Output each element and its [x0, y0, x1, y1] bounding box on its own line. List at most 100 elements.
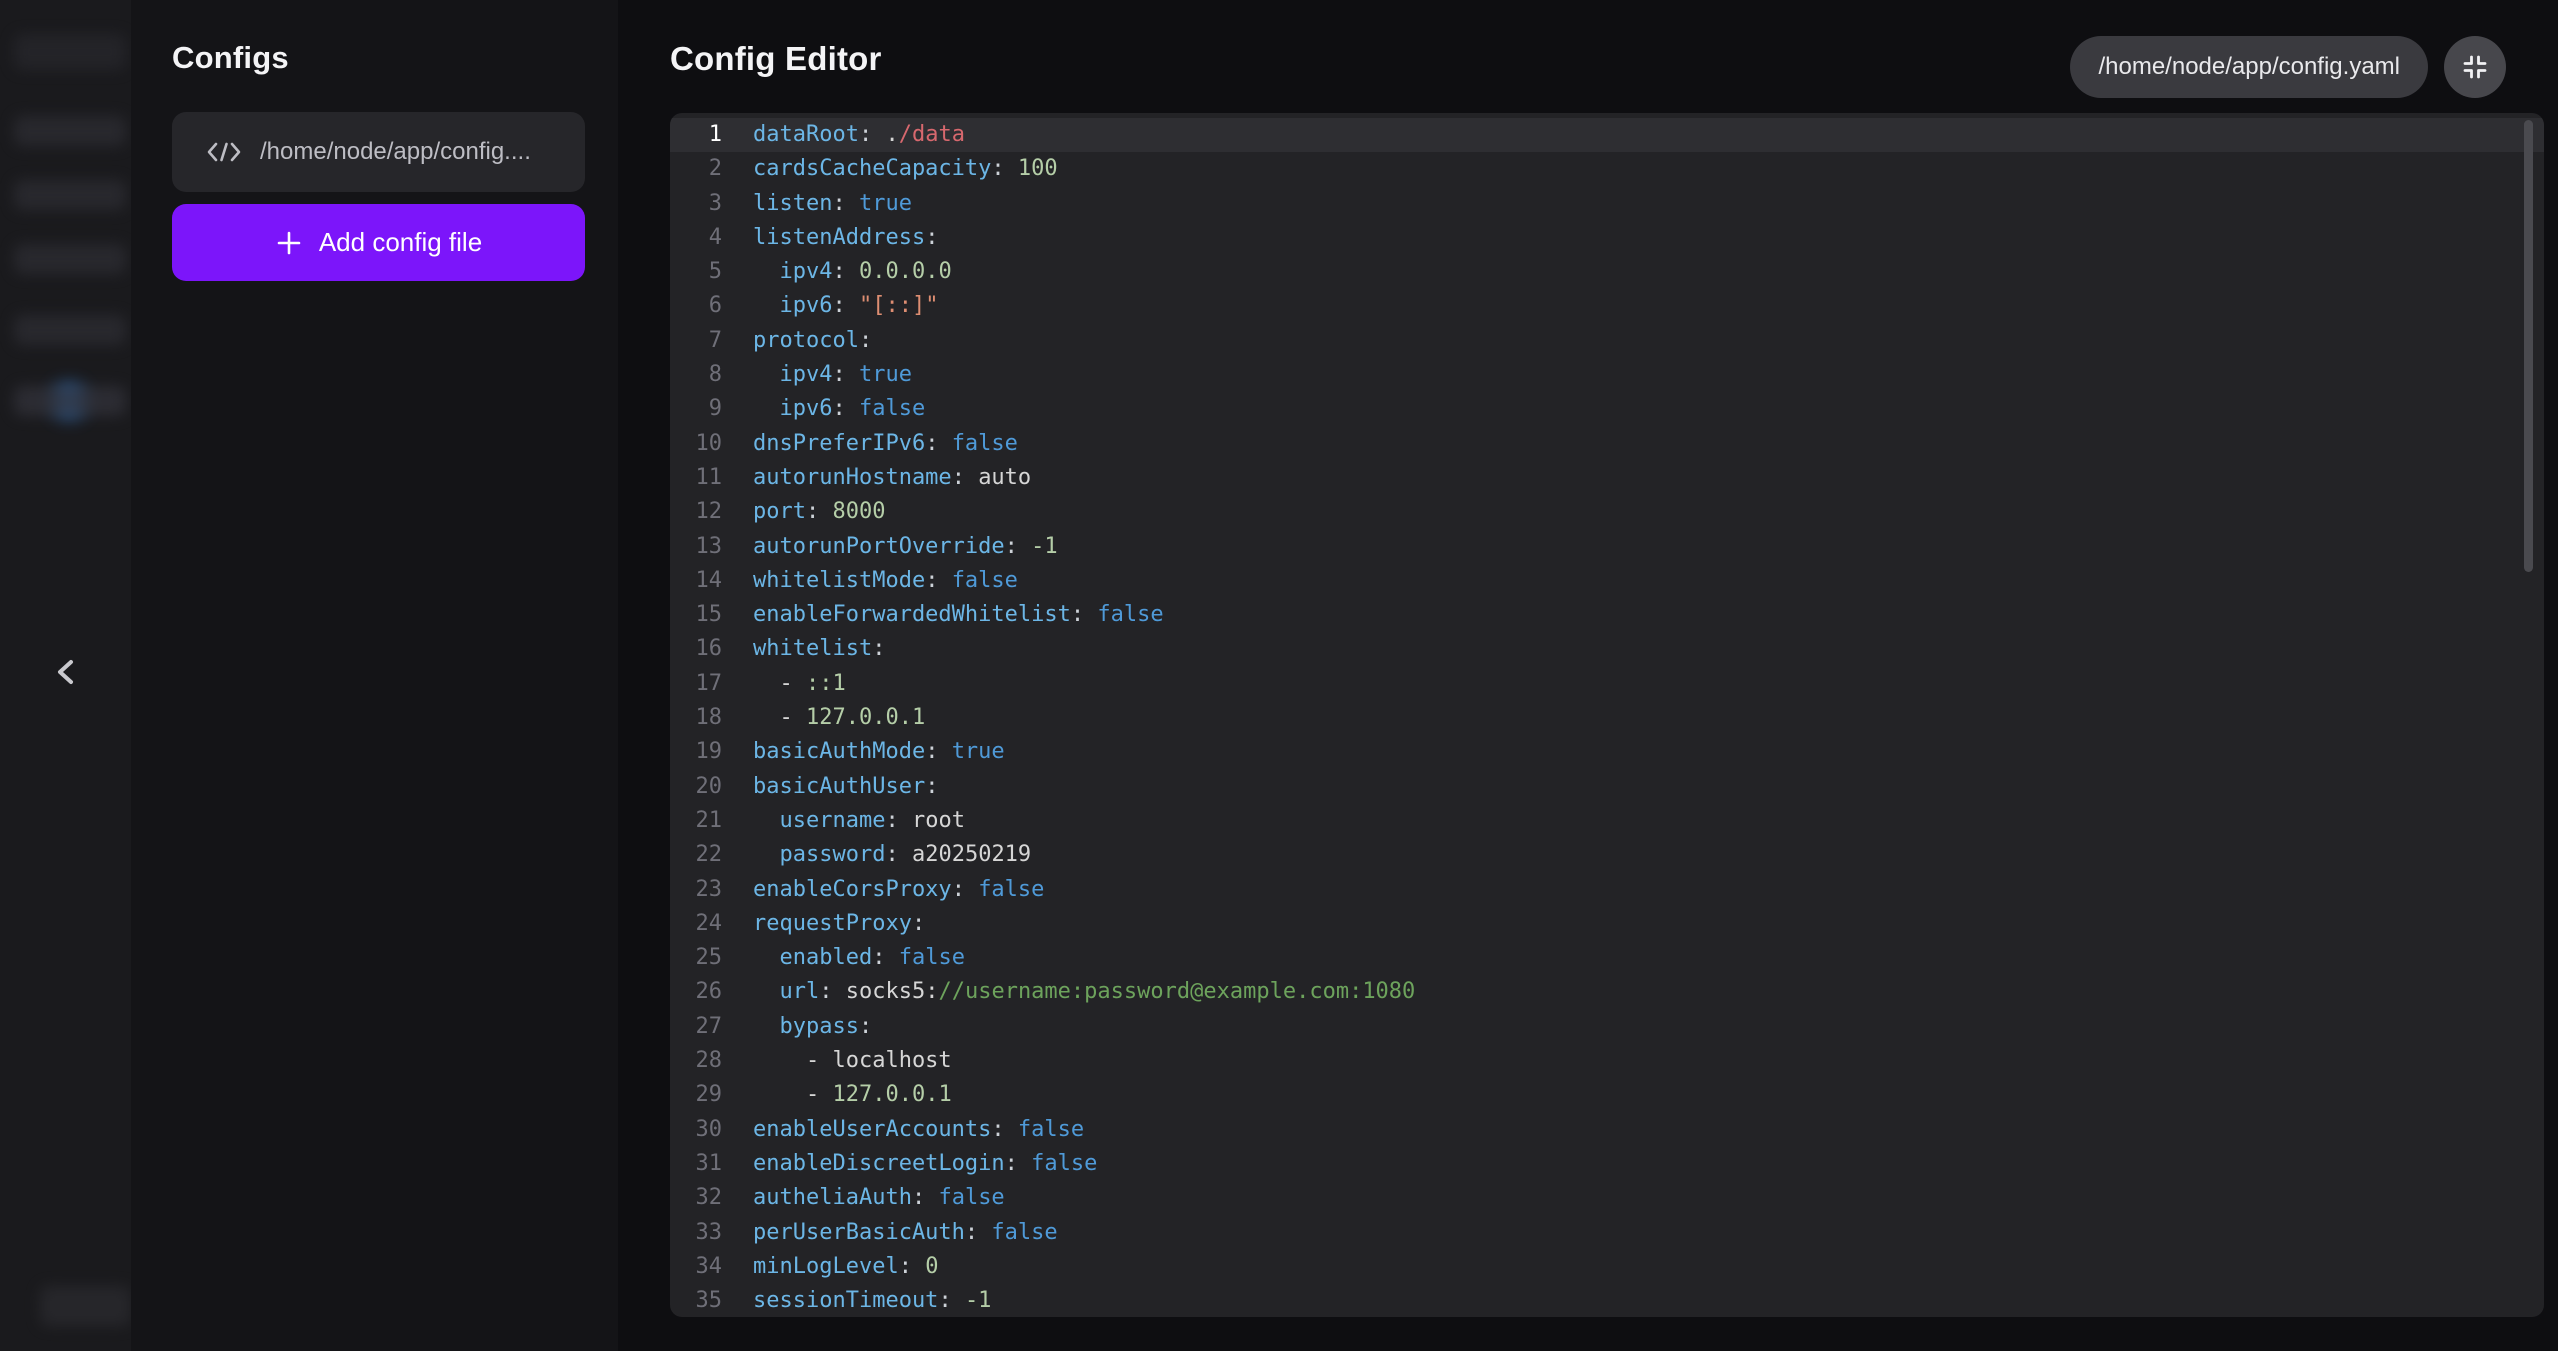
add-config-file-button[interactable]: Add config file — [172, 204, 585, 281]
line-number: 16 — [670, 632, 722, 666]
code-token: - — [753, 701, 806, 735]
line-number: 34 — [670, 1250, 722, 1284]
line-number: 35 — [670, 1284, 722, 1317]
line-number: 13 — [670, 530, 722, 564]
code-line: 27 bypass: — [670, 1010, 2544, 1044]
code-token: port — [753, 495, 806, 529]
code-line: 30enableUserAccounts: false — [670, 1113, 2544, 1147]
code-token: a20250219 — [912, 838, 1031, 872]
code-line: 3listen: true — [670, 187, 2544, 221]
code-token: false — [952, 427, 1018, 461]
line-number: 27 — [670, 1010, 722, 1044]
code-token: ipv6 — [780, 289, 833, 323]
code-token: password — [780, 838, 886, 872]
code-line: 12port: 8000 — [670, 495, 2544, 529]
editor-header: Config Editor /home/node/app/config.yaml — [618, 0, 2558, 113]
code-line: 17 - ::1 — [670, 667, 2544, 701]
line-number: 7 — [670, 324, 722, 358]
editor-scrollbar-thumb[interactable] — [2524, 120, 2533, 572]
configs-panel: Configs /home/node/app/config.... Add co… — [131, 0, 618, 1351]
code-token: cardsCacheCapacity — [753, 152, 991, 186]
code-token: : — [925, 735, 952, 769]
code-token — [753, 289, 780, 323]
code-token: //username:password@example.com:1080 — [938, 975, 1415, 1009]
sidebar-item-blurred — [14, 315, 126, 345]
line-number: 23 — [670, 873, 722, 907]
code-token: ipv4 — [780, 255, 833, 289]
code-token: false — [1097, 598, 1163, 632]
line-number: 17 — [670, 667, 722, 701]
plus-icon — [275, 229, 303, 257]
code-token — [753, 975, 780, 1009]
code-editor[interactable]: 1dataRoot: ./data2 cardsCacheCapacity: 10… — [670, 113, 2544, 1317]
code-token: ::1 — [806, 667, 846, 701]
code-token: enableCorsProxy — [753, 873, 952, 907]
file-path-chip: /home/node/app/config.yaml — [2070, 36, 2428, 98]
line-number: 11 — [670, 461, 722, 495]
code-token: 0.0.0.0 — [859, 255, 952, 289]
code-token — [753, 838, 780, 872]
collapse-sidebar-button[interactable] — [44, 650, 88, 694]
code-token: dataRoot — [753, 118, 859, 152]
code-token: . — [885, 118, 898, 152]
line-number: 24 — [670, 907, 722, 941]
code-token: whitelistMode — [753, 564, 925, 598]
code-line: 8 ipv4: true — [670, 358, 2544, 392]
code-token: 127.0.0.1 — [806, 701, 925, 735]
code-token: - — [753, 667, 806, 701]
code-token: : — [832, 392, 859, 426]
code-token: : — [872, 632, 885, 666]
code-token: : — [832, 358, 859, 392]
code-token: : — [1071, 598, 1098, 632]
code-line: 28 - localhost — [670, 1044, 2544, 1078]
config-file-item[interactable]: /home/node/app/config.... — [172, 112, 585, 192]
code-token: : — [1005, 530, 1032, 564]
code-token: 0 — [925, 1250, 938, 1284]
code-line: 6 ipv6: "[::]" — [670, 289, 2544, 323]
code-token: dnsPreferIPv6 — [753, 427, 925, 461]
code-token: : — [925, 564, 952, 598]
code-token: basicAuthUser — [753, 770, 925, 804]
code-token: whitelist — [753, 632, 872, 666]
code-token: 127.0.0.1 — [832, 1078, 951, 1112]
code-line: 29 - 127.0.0.1 — [670, 1078, 2544, 1112]
code-line: 32autheliaAuth: false — [670, 1181, 2544, 1215]
line-number: 2 — [670, 152, 722, 186]
sidebar-item-blurred — [14, 244, 126, 274]
code-token: protocol — [753, 324, 859, 358]
line-number: 30 — [670, 1113, 722, 1147]
code-token: basicAuthMode — [753, 735, 925, 769]
code-token: true — [859, 358, 912, 392]
code-token: : — [832, 187, 859, 221]
code-line: 34minLogLevel: 0 — [670, 1250, 2544, 1284]
code-token: : — [899, 1250, 926, 1284]
line-number: 20 — [670, 770, 722, 804]
code-line: 7protocol: — [670, 324, 2544, 358]
sidebar-logo-blurred — [14, 34, 126, 70]
code-token: listenAddress — [753, 221, 925, 255]
line-number: 6 — [670, 289, 722, 323]
code-token: username — [780, 804, 886, 838]
code-line: 22 password: a20250219 — [670, 838, 2544, 872]
code-token: ipv4 — [780, 358, 833, 392]
code-token: /data — [899, 118, 965, 152]
exit-fullscreen-button[interactable] — [2444, 36, 2506, 98]
code-line: 1dataRoot: ./data — [670, 118, 2544, 152]
code-token: enabled — [780, 941, 873, 975]
code-token: false — [978, 873, 1044, 907]
code-token: false — [1031, 1147, 1097, 1181]
code-token: : — [885, 838, 912, 872]
line-number: 10 — [670, 427, 722, 461]
code-token: : — [938, 1284, 965, 1317]
code-line: 14whitelistMode: false — [670, 564, 2544, 598]
code-token: : — [859, 118, 886, 152]
line-number: 28 — [670, 1044, 722, 1078]
code-token: autorunHostname — [753, 461, 952, 495]
chevron-left-icon — [51, 654, 81, 690]
line-number: 19 — [670, 735, 722, 769]
code-token: 8000 — [832, 495, 885, 529]
line-number: 8 — [670, 358, 722, 392]
line-number: 25 — [670, 941, 722, 975]
code-token — [753, 392, 780, 426]
code-line: 5 ipv4: 0.0.0.0 — [670, 255, 2544, 289]
